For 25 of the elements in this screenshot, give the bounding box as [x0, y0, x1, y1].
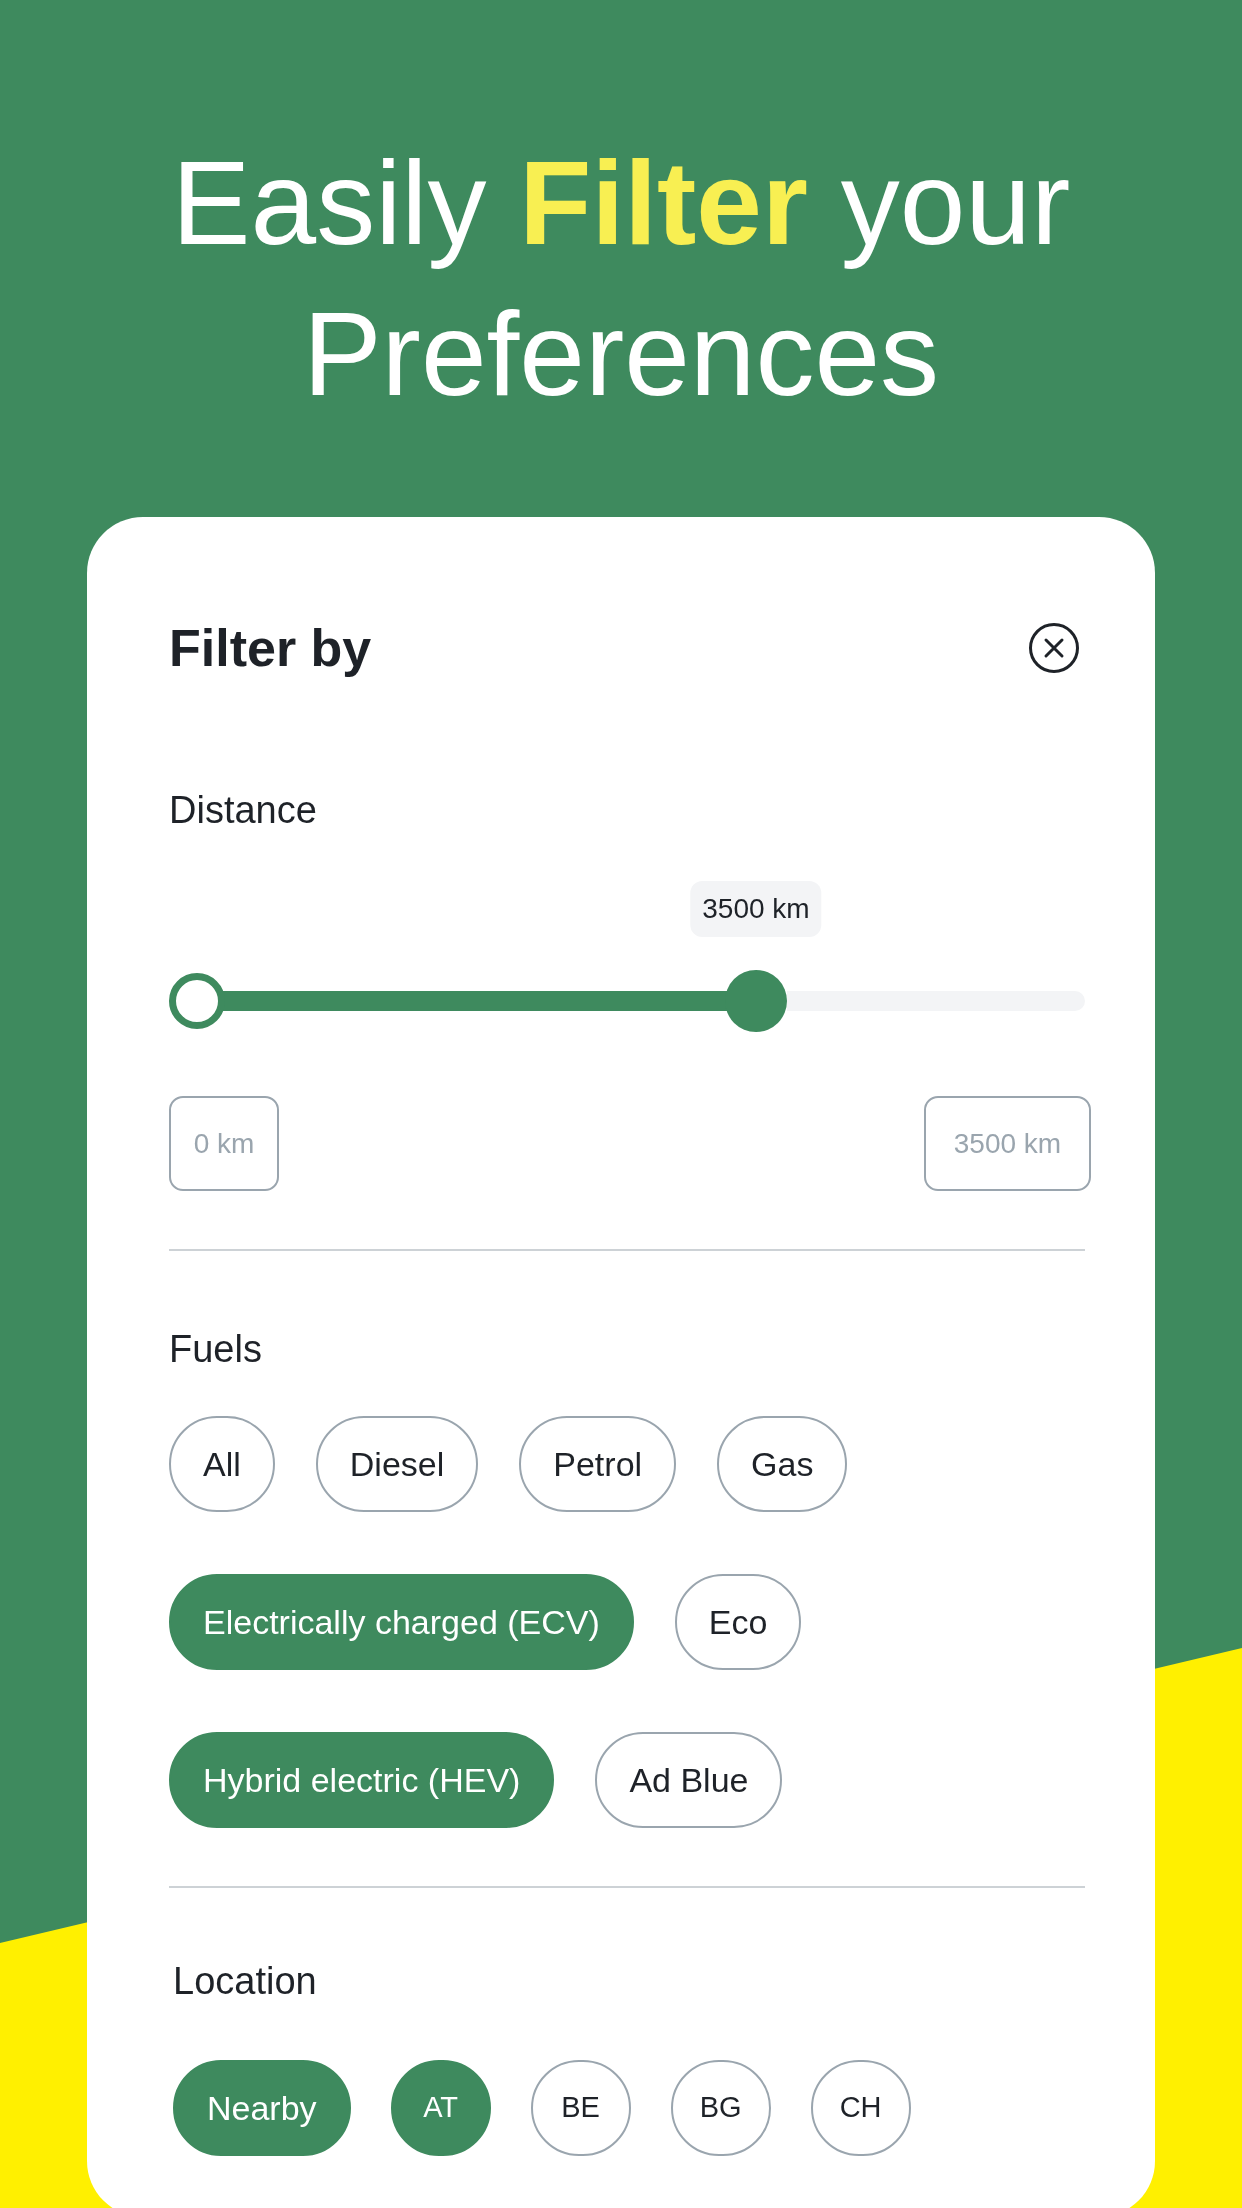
filter-chip[interactable]: Diesel [315, 1416, 479, 1512]
filter-chip[interactable]: Electrically charged (ECV) [169, 1574, 634, 1670]
section-label: Fuels [169, 1327, 263, 1372]
filter-chip[interactable]: Petrol [519, 1416, 677, 1512]
filter-chip[interactable]: Hybrid electric (HEV) [169, 1732, 555, 1828]
filter-chip[interactable]: BE [530, 2060, 631, 2156]
headline: Easily Filter your Preferences [170, 136, 1072, 422]
max-distance-field[interactable]: 3500 km [924, 1096, 1091, 1191]
panel-title: Filter by [169, 618, 372, 679]
filter-chip[interactable]: Gas [717, 1416, 848, 1512]
close-icon [1043, 637, 1065, 659]
filter-chip[interactable]: BG [670, 2060, 771, 2156]
section-label: Location [173, 1959, 318, 2004]
filter-chip[interactable]: All [169, 1416, 275, 1512]
filter-chip[interactable]: Ad Blue [595, 1732, 783, 1828]
close-button[interactable] [1029, 623, 1079, 673]
distance-slider[interactable] [169, 970, 1085, 1032]
slider-handle[interactable] [169, 973, 225, 1029]
section-label: Distance [169, 788, 318, 833]
value-tooltip: 3500 km [690, 881, 822, 937]
min-distance-field[interactable]: 0 km [169, 1096, 279, 1191]
filter-chip[interactable]: Nearby [173, 2060, 351, 2156]
filter-chip[interactable]: AT [390, 2060, 491, 2156]
filter-chip[interactable]: Eco [674, 1574, 802, 1670]
filter-chip[interactable]: CH [810, 2060, 911, 2156]
